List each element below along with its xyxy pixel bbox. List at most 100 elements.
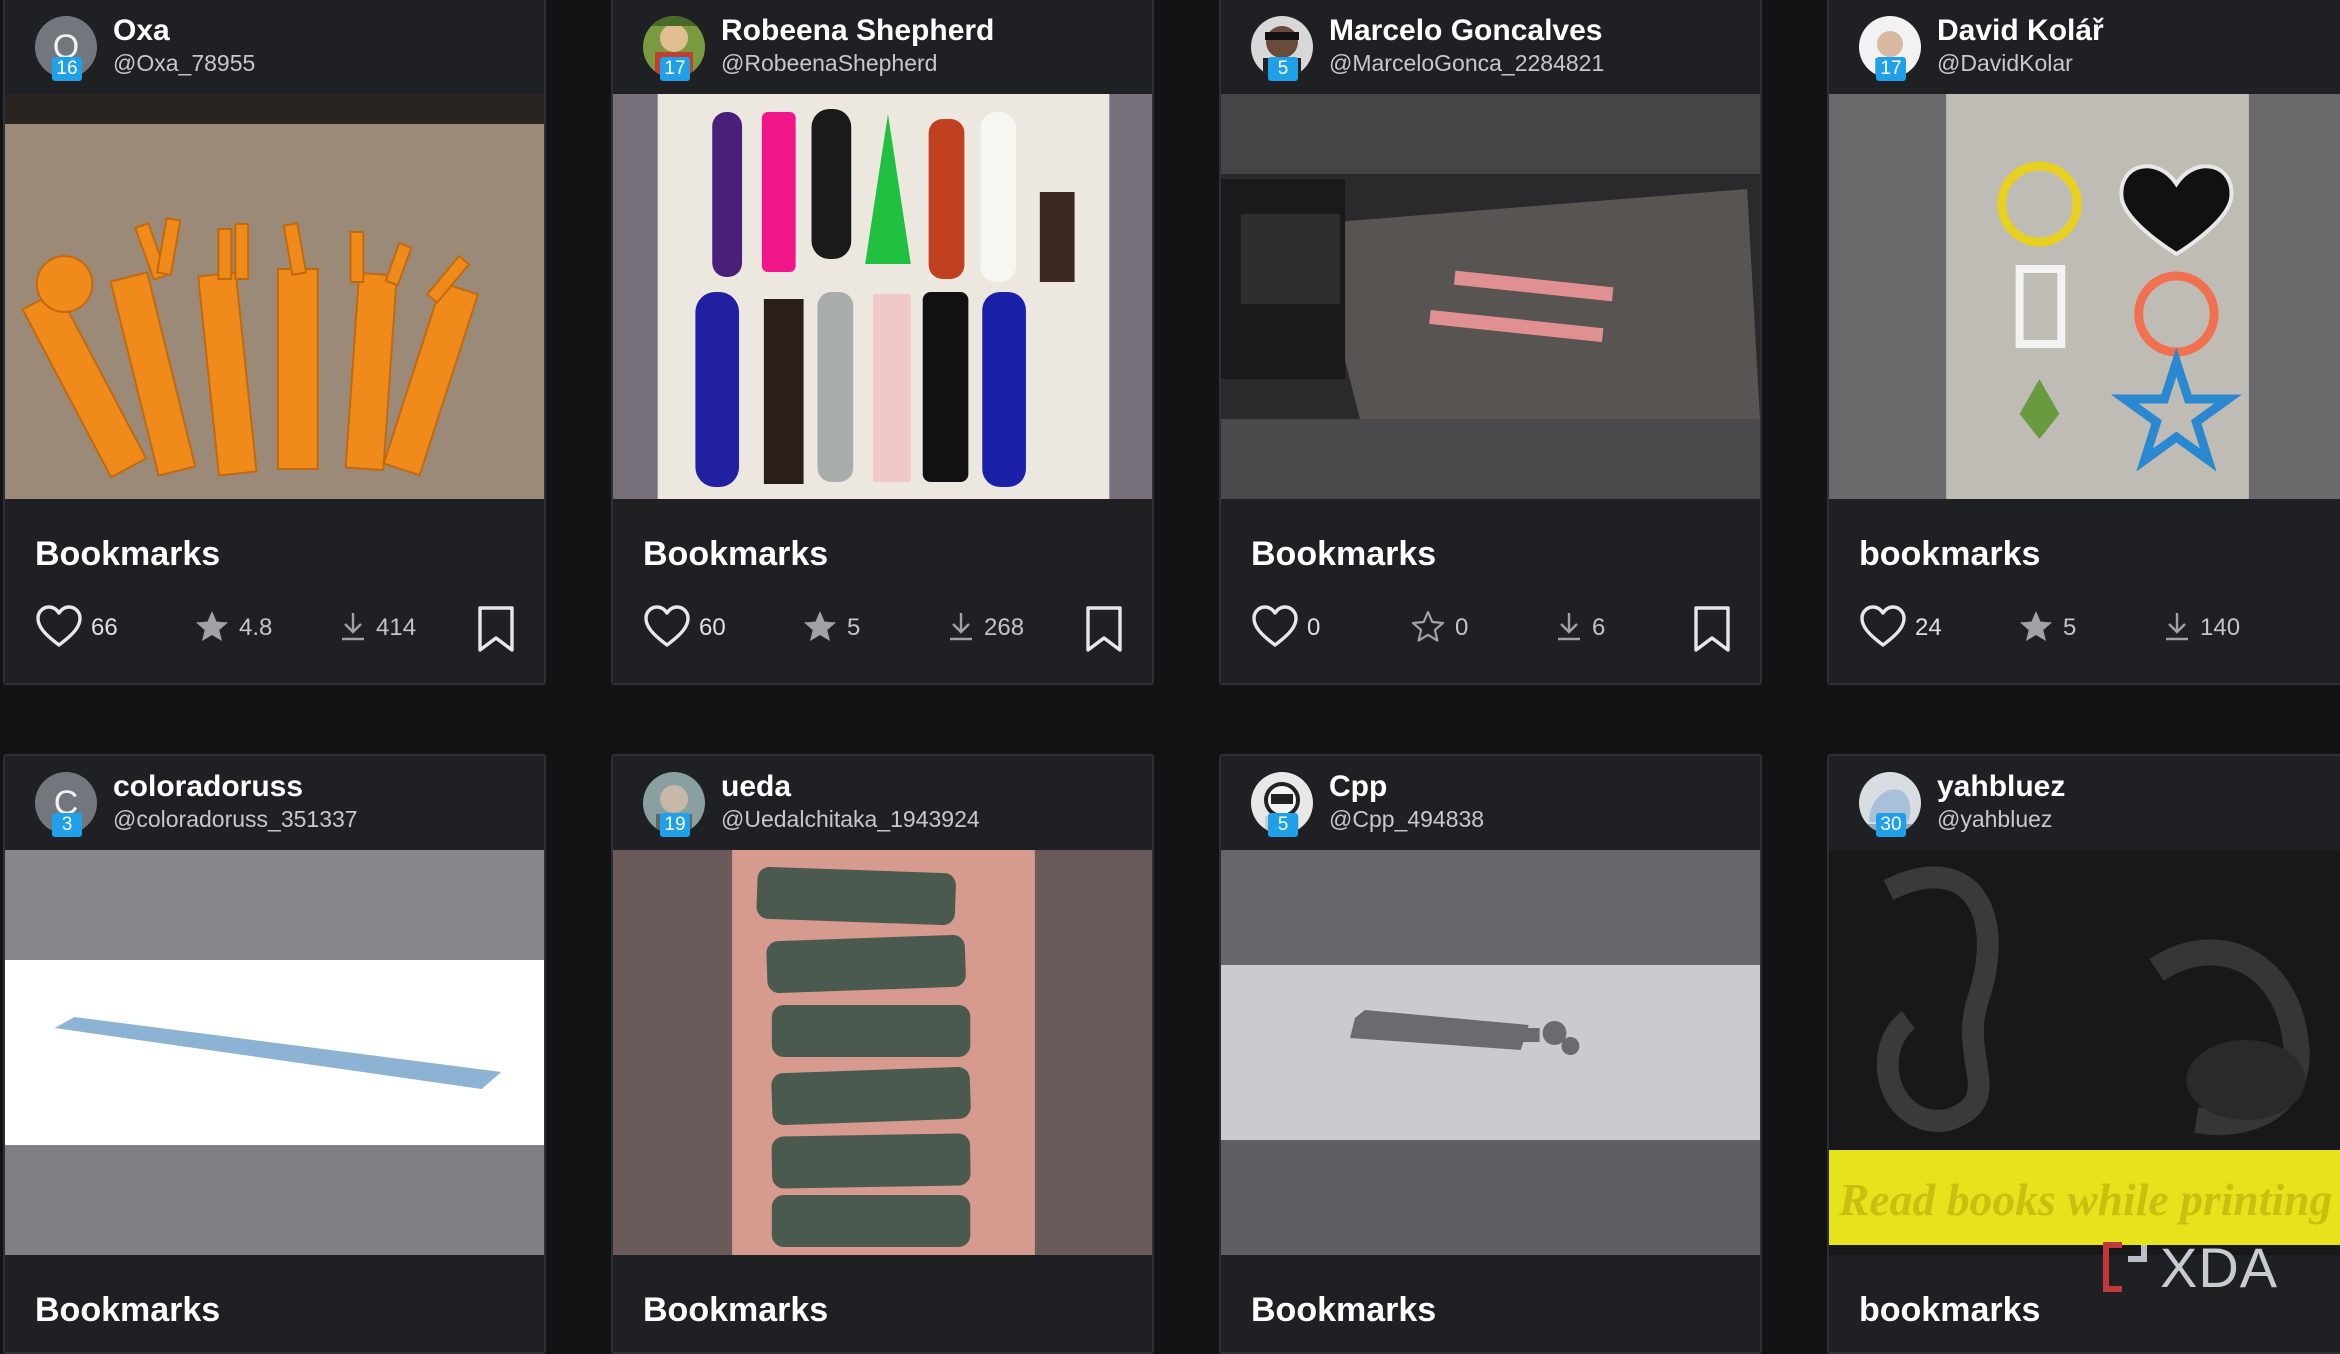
like-button[interactable]: 0 [1251, 603, 1320, 653]
model-title[interactable]: bookmarks [1859, 1291, 2040, 1330]
card-header: 5 Marcelo Goncalves @MarceloGonca_228482… [1221, 0, 1760, 94]
model-thumbnail[interactable] [1221, 94, 1760, 499]
save-bookmark-button[interactable] [476, 605, 516, 658]
download-count: 6 [1592, 614, 1606, 641]
xda-bracket-icon [2103, 1242, 2147, 1292]
card-header: C 3 coloradoruss @coloradoruss_351337 [5, 756, 544, 850]
author-name[interactable]: Robeena Shepherd [721, 14, 994, 48]
model-card[interactable]: 5 Marcelo Goncalves @MarceloGonca_228482… [1219, 0, 1762, 685]
download-count-stat: 140 [2164, 603, 2240, 653]
model-title[interactable]: bookmarks [1859, 535, 2040, 574]
model-thumbnail[interactable] [1829, 94, 2340, 499]
like-button[interactable]: 60 [643, 603, 726, 653]
model-card[interactable]: 17 David Kolář @DavidKolar bookmarks 24 [1827, 0, 2340, 685]
rating-value: 4.8 [239, 614, 273, 641]
download-count-stat: 268 [948, 603, 1024, 653]
card-header: 17 David Kolář @DavidKolar [1829, 0, 2340, 94]
watermark-logo: XDA [2098, 1236, 2278, 1299]
author-handle[interactable]: @Uedalchitaka_1943924 [721, 806, 980, 833]
bookmark-icon [1692, 606, 1732, 657]
author-name[interactable]: Oxa [113, 14, 170, 48]
rating-value: 5 [847, 614, 861, 641]
author-handle[interactable]: @DavidKolar [1937, 50, 2073, 77]
heart-icon [1251, 604, 1299, 653]
star-outline-icon [1411, 610, 1445, 647]
image-caption: Read books while printing [1838, 1174, 2332, 1225]
level-badge: 5 [1268, 813, 1298, 837]
model-card[interactable]: 17 Robeena Shepherd @RobeenaShepherd Boo… [611, 0, 1154, 685]
download-count: 414 [376, 614, 417, 641]
author-name[interactable]: yahbluez [1937, 770, 2065, 804]
level-badge: 17 [660, 57, 690, 81]
card-header: O 16 Oxa @Oxa_78955 [5, 0, 544, 94]
like-count: 66 [91, 614, 118, 641]
rating: 4.8 [195, 603, 272, 653]
download-count: 268 [984, 614, 1025, 641]
bookmark-icon [476, 606, 516, 657]
author-name[interactable]: ueda [721, 770, 791, 804]
rating-value: 5 [2063, 614, 2077, 641]
download-icon [1556, 611, 1582, 646]
save-bookmark-button[interactable] [1692, 605, 1732, 658]
like-count: 24 [1915, 614, 1942, 641]
level-badge: 16 [52, 57, 82, 81]
download-count-stat: 6 [1556, 603, 1605, 653]
like-button[interactable]: 66 [35, 603, 118, 653]
level-badge: 5 [1268, 57, 1298, 81]
download-icon [340, 611, 366, 646]
model-thumbnail[interactable] [5, 850, 544, 1255]
level-badge: 3 [52, 813, 82, 837]
star-icon [803, 610, 837, 647]
model-title[interactable]: Bookmarks [1251, 1291, 1436, 1330]
heart-icon [35, 604, 83, 653]
model-title[interactable]: Bookmarks [35, 1291, 220, 1330]
model-thumbnail[interactable] [613, 94, 1152, 499]
rating: 5 [803, 603, 860, 653]
like-count: 60 [699, 614, 726, 641]
model-thumbnail[interactable] [613, 850, 1152, 1255]
model-title[interactable]: Bookmarks [643, 1291, 828, 1330]
star-icon [2019, 610, 2053, 647]
like-button[interactable]: 24 [1859, 603, 1942, 653]
model-thumbnail[interactable] [5, 94, 544, 499]
rating-value: 0 [1455, 614, 1469, 641]
card-header: 5 Cpp @Cpp_494838 [1221, 756, 1760, 850]
author-handle[interactable]: @Oxa_78955 [113, 50, 255, 77]
model-card[interactable]: 19 ueda @Uedalchitaka_1943924 Bookmarks [611, 754, 1154, 1354]
model-grid: O 16 Oxa @Oxa_78955 Bookmarks 66 4.8 414… [0, 0, 2340, 1354]
author-name[interactable]: Marcelo Goncalves [1329, 14, 1602, 48]
level-badge: 30 [1876, 813, 1906, 837]
watermark-text: XDA [2160, 1235, 2279, 1299]
card-header: 19 ueda @Uedalchitaka_1943924 [613, 756, 1152, 850]
author-handle[interactable]: @MarceloGonca_2284821 [1329, 50, 1604, 77]
stats-bar: 60 5 268 [613, 595, 1152, 661]
model-title[interactable]: Bookmarks [643, 535, 828, 574]
author-name[interactable]: Cpp [1329, 770, 1387, 804]
download-icon [948, 611, 974, 646]
download-count: 140 [2200, 614, 2241, 641]
model-card[interactable]: C 3 coloradoruss @coloradoruss_351337 Bo… [3, 754, 546, 1354]
model-title[interactable]: Bookmarks [1251, 535, 1436, 574]
level-badge: 19 [660, 813, 690, 837]
model-thumbnail[interactable]: Read books while printing [1829, 850, 2340, 1255]
author-handle[interactable]: @yahbluez [1937, 806, 2052, 833]
author-handle[interactable]: @Cpp_494838 [1329, 806, 1484, 833]
save-bookmark-button[interactable] [1084, 605, 1124, 658]
stats-bar: 0 0 6 [1221, 595, 1760, 661]
author-handle[interactable]: @RobeenaShepherd [721, 50, 937, 77]
model-thumbnail[interactable] [1221, 850, 1760, 1255]
download-count-stat: 414 [340, 603, 416, 653]
author-handle[interactable]: @coloradoruss_351337 [113, 806, 358, 833]
author-name[interactable]: David Kolář [1937, 14, 2104, 48]
author-name[interactable]: coloradoruss [113, 770, 303, 804]
model-card[interactable]: 5 Cpp @Cpp_494838 Bookmarks [1219, 754, 1762, 1354]
heart-icon [1859, 604, 1907, 653]
model-card[interactable]: O 16 Oxa @Oxa_78955 Bookmarks 66 4.8 414 [3, 0, 546, 685]
star-icon [195, 610, 229, 647]
model-title[interactable]: Bookmarks [35, 535, 220, 574]
card-header: 30 yahbluez @yahbluez [1829, 756, 2340, 850]
card-header: 17 Robeena Shepherd @RobeenaShepherd [613, 0, 1152, 94]
bookmark-icon [1084, 606, 1124, 657]
stats-bar: 24 5 140 [1829, 595, 2340, 661]
heart-icon [643, 604, 691, 653]
